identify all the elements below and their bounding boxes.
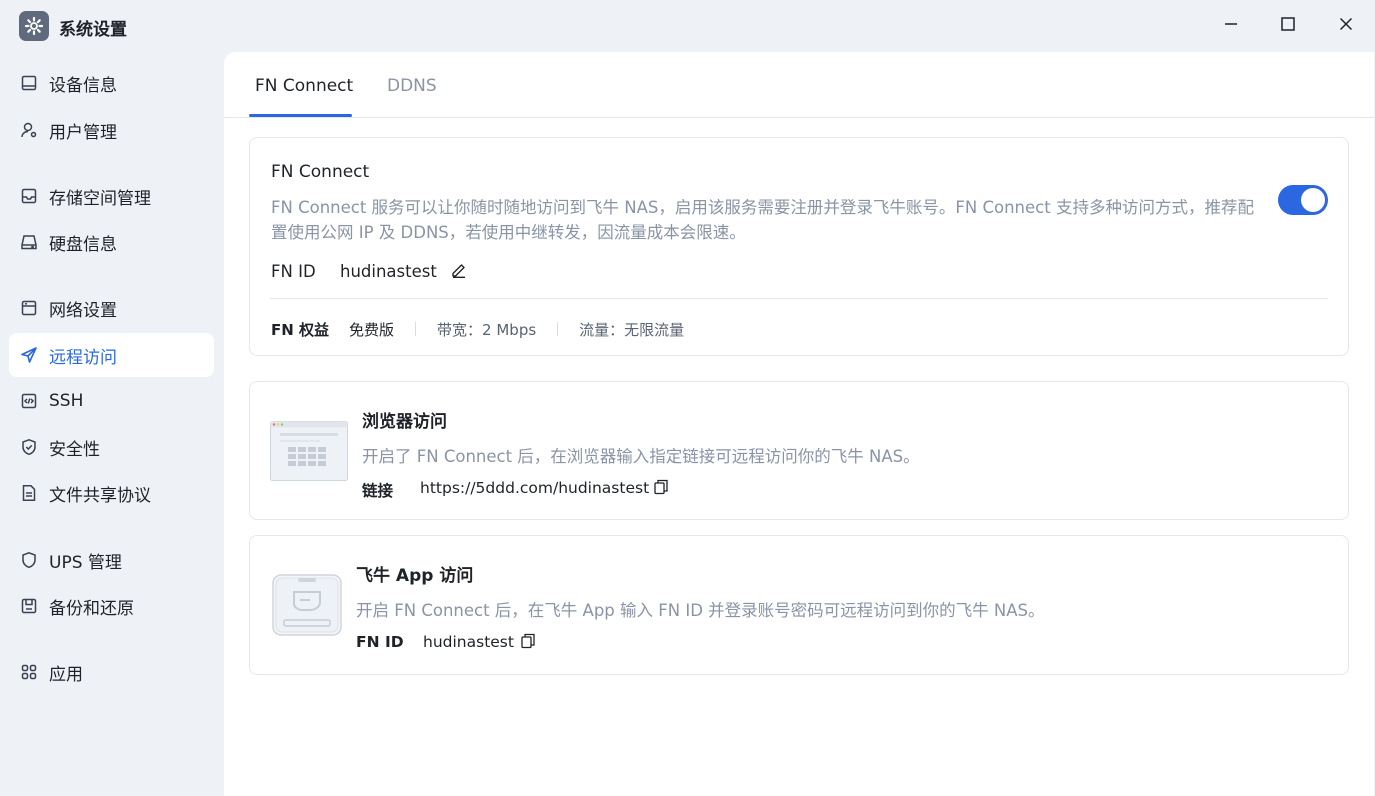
sidebar-item-label: 网络设置 (49, 300, 117, 321)
sidebar: 设备信息 用户管理 存储空间管理 硬盘信息 网络设置 远程访问 SSH 安全性 … (0, 52, 224, 796)
app-illustration-icon (272, 574, 342, 640)
toggle-knob (1301, 188, 1325, 212)
browser-access-card: 浏览器访问 开启了 FN Connect 后，在浏览器输入指定链接可远程访问你的… (249, 381, 1349, 520)
remote-link[interactable]: https://5ddd.com/hudinastest (420, 479, 649, 497)
sidebar-item-label: 远程访问 (49, 347, 117, 368)
fn-id-label: FN ID (271, 262, 316, 281)
shield-icon (20, 551, 38, 569)
sidebar-item-label: 安全性 (49, 439, 100, 460)
sidebar-item-label: SSH (49, 391, 84, 411)
rights-plan: 免费版 (349, 320, 395, 339)
sidebar-item-label: 应用 (49, 664, 83, 685)
close-icon (1339, 16, 1353, 35)
card-title: 飞牛 App 访问 (356, 566, 474, 586)
traffic-text: 流量：无限流量 (579, 320, 685, 339)
sidebar-item-security[interactable]: 安全性 (9, 425, 214, 469)
sidebar-item-ssh[interactable]: SSH (9, 379, 214, 423)
bandwidth-text: 带宽：2 Mbps (437, 320, 537, 339)
card-description: FN Connect 服务可以让你随时随地访问到飞牛 NAS，启用该服务需要注册… (271, 198, 1254, 242)
fn-connect-card: FN Connect FN Connect 服务可以让你随时随地访问到飞牛 NA… (249, 137, 1349, 356)
link-label: 链接 (362, 482, 394, 500)
browser-illustration-icon (270, 421, 348, 485)
sidebar-item-label: 用户管理 (49, 122, 117, 143)
copy-icon[interactable] (520, 633, 536, 649)
shield-check-icon (20, 438, 38, 456)
copy-icon[interactable] (653, 479, 669, 495)
fn-id-value: hudinastest (340, 262, 437, 281)
maximize-button[interactable] (1270, 10, 1306, 40)
card-description: 开启 FN Connect 后，在飞牛 App 输入 FN ID 并登录账号密码… (356, 601, 1045, 620)
window-title: 系统设置 (59, 20, 127, 40)
title-bar: 系统设置 (0, 0, 1375, 52)
separator (415, 322, 417, 336)
disk-icon (20, 233, 38, 251)
sidebar-item-label: 硬盘信息 (49, 234, 117, 255)
sidebar-item-network[interactable]: 网络设置 (9, 286, 214, 330)
storage-icon (20, 187, 38, 205)
fn-id-value: hudinastest (423, 633, 514, 651)
code-icon (20, 392, 38, 410)
sidebar-item-label: 备份和还原 (49, 598, 134, 619)
sidebar-item-device-info[interactable]: 设备信息 (9, 61, 214, 105)
sidebar-item-disk-info[interactable]: 硬盘信息 (9, 220, 214, 264)
sidebar-item-remote-access[interactable]: 远程访问 (9, 333, 214, 377)
edit-icon[interactable] (450, 261, 468, 279)
file-icon (20, 484, 38, 502)
tab-bar: FN Connect DDNS (224, 52, 1374, 118)
divider (270, 298, 1328, 299)
minimize-button[interactable] (1213, 10, 1249, 40)
sidebar-item-ups[interactable]: UPS 管理 (9, 538, 214, 582)
card-title: FN Connect (271, 162, 370, 182)
fn-connect-toggle[interactable] (1278, 185, 1328, 215)
gear-icon (19, 11, 49, 41)
fn-id-label: FN ID (356, 633, 404, 651)
rights-label: FN 权益 (271, 320, 330, 339)
card-title: 浏览器访问 (362, 412, 447, 432)
device-icon (20, 74, 38, 92)
fn-rights-row: FN 权益 免费版 带宽：2 Mbps 流量：无限流量 (271, 319, 684, 339)
close-button[interactable] (1328, 10, 1364, 40)
sidebar-item-label: 存储空间管理 (49, 188, 151, 209)
separator (557, 322, 559, 336)
user-gear-icon (20, 121, 38, 139)
tab-fn-connect[interactable]: FN Connect (255, 76, 353, 96)
card-description: 开启了 FN Connect 后，在浏览器输入指定链接可远程访问你的飞牛 NAS… (362, 447, 920, 466)
network-icon (20, 299, 38, 317)
active-tab-indicator (249, 114, 352, 117)
send-icon (20, 346, 38, 364)
sidebar-item-backup[interactable]: 备份和还原 (9, 584, 214, 628)
sidebar-item-label: 文件共享协议 (49, 485, 151, 506)
apps-icon (20, 663, 38, 681)
main-panel: FN Connect DDNS FN Connect FN Connect 服务… (224, 52, 1374, 796)
sidebar-item-storage[interactable]: 存储空间管理 (9, 174, 214, 218)
sidebar-item-label: 设备信息 (49, 75, 117, 96)
sidebar-item-user-management[interactable]: 用户管理 (9, 108, 214, 152)
sidebar-item-label: UPS 管理 (49, 552, 122, 573)
maximize-icon (1281, 16, 1295, 35)
app-access-card: 飞牛 App 访问 开启 FN Connect 后，在飞牛 App 输入 FN … (249, 535, 1349, 675)
sidebar-item-apps[interactable]: 应用 (9, 650, 214, 694)
tab-ddns[interactable]: DDNS (387, 76, 437, 96)
backup-icon (20, 597, 38, 615)
sidebar-item-file-sharing[interactable]: 文件共享协议 (9, 471, 214, 515)
minimize-icon (1224, 16, 1238, 35)
